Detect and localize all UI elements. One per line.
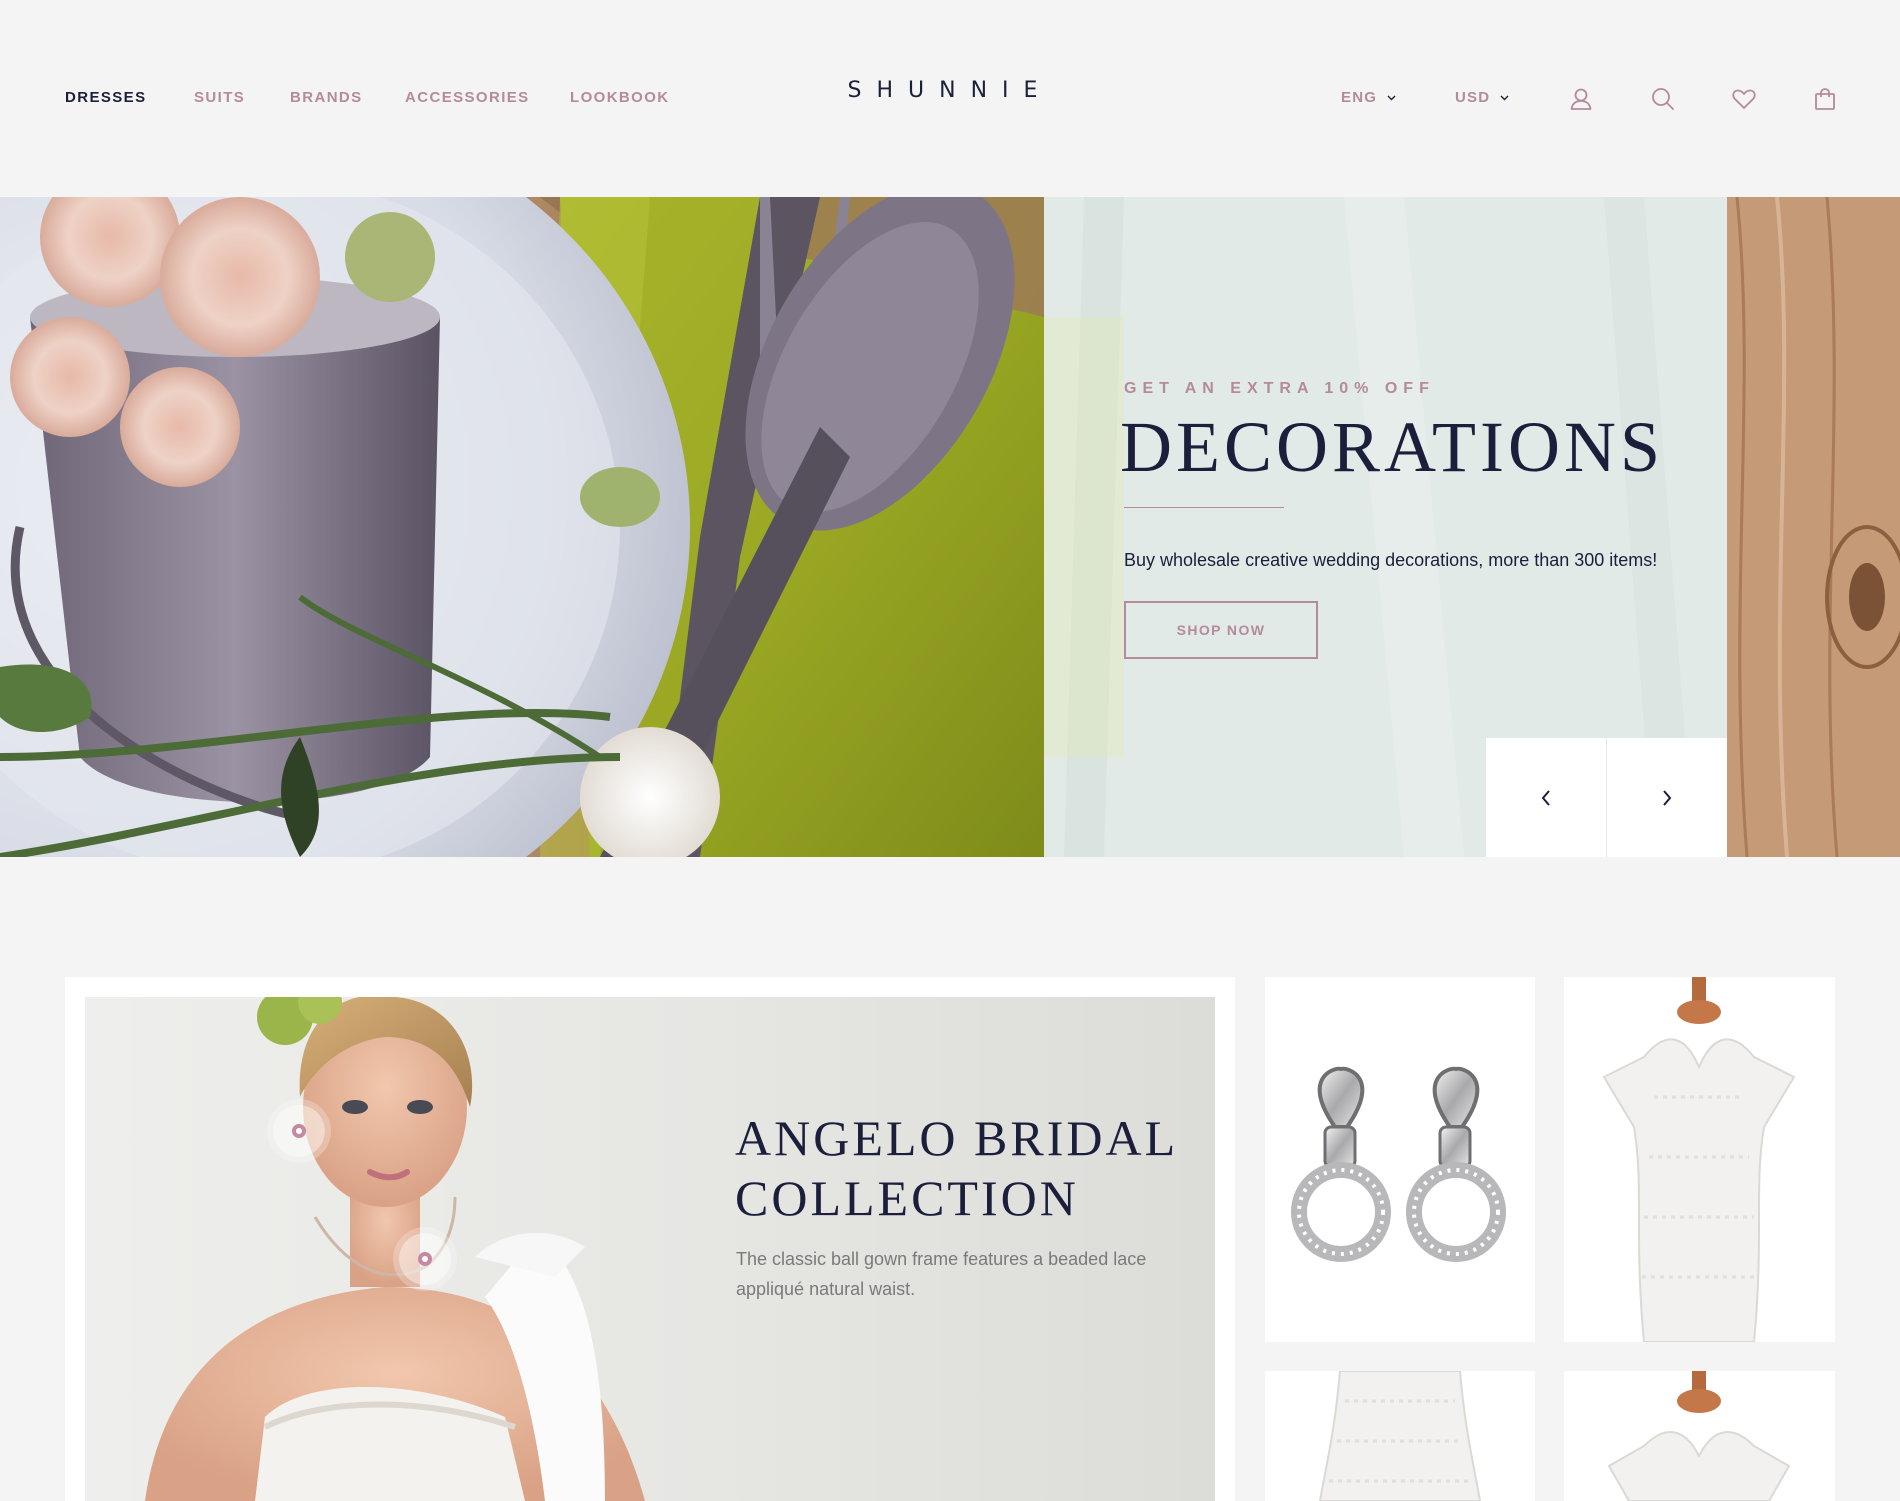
earrings-image: [1291, 1066, 1506, 1262]
site-logo[interactable]: SHUNNIE: [820, 78, 1080, 103]
bodice-dress-image: [1607, 1371, 1791, 1501]
collection-title: ANGELO BRIDAL COLLECTION: [735, 1108, 1195, 1228]
collection-title-line2: COLLECTION: [735, 1170, 1079, 1226]
nav-item-accessories[interactable]: ACCESSORIES: [405, 89, 530, 106]
currency-value: USD: [1455, 89, 1491, 106]
nav-item-suits[interactable]: SUITS: [194, 89, 245, 106]
slider-prev-button[interactable]: [1486, 738, 1606, 857]
heart-icon[interactable]: [1731, 86, 1757, 112]
account-icon[interactable]: [1568, 86, 1594, 112]
language-value: ENG: [1341, 89, 1378, 106]
lace-skirt-image: [1318, 1371, 1482, 1501]
hero-wood-background: [1727, 197, 1900, 857]
product-card-earrings[interactable]: [1265, 977, 1535, 1342]
hero-divider: [1124, 507, 1284, 508]
lace-dress-image: [1602, 977, 1796, 1342]
collection-description: The classic ball gown frame features a b…: [736, 1249, 1147, 1299]
bag-icon[interactable]: [1812, 86, 1838, 112]
nav-item-brands[interactable]: BRANDS: [290, 89, 363, 106]
slider-next-button[interactable]: [1607, 738, 1727, 857]
hotspot-dot: [418, 1252, 432, 1266]
language-select[interactable]: ENG: [1341, 89, 1396, 106]
hero-table-setting-image: [0, 197, 1044, 857]
product-card-lace-skirt[interactable]: [1265, 1371, 1535, 1501]
hero-title: DECORATIONS: [1120, 407, 1665, 487]
collection-banner[interactable]: [65, 977, 1235, 1501]
chevron-down-icon: [1500, 95, 1509, 100]
currency-select[interactable]: USD: [1455, 89, 1509, 106]
collection-title-line1: ANGELO BRIDAL: [735, 1110, 1179, 1166]
chevron-down-icon: [1387, 95, 1396, 100]
hero-eyebrow-text: GET AN EXTRA 10% OFF: [1124, 380, 1435, 397]
nav-item-lookbook[interactable]: LOOKBOOK: [570, 89, 670, 106]
hotspot-dot: [292, 1124, 306, 1138]
search-icon[interactable]: [1650, 86, 1676, 112]
nav-item-dresses[interactable]: DRESSES: [65, 89, 147, 106]
product-card-lace-dress[interactable]: [1564, 977, 1835, 1342]
chevron-right-icon: [1663, 789, 1672, 806]
hero-description: Buy wholesale creative wedding decoratio…: [1124, 550, 1658, 570]
product-card-bodice-dress[interactable]: [1564, 1371, 1835, 1501]
necklace-hotspot[interactable]: [399, 1233, 451, 1285]
shop-now-button[interactable]: SHOP NOW: [1124, 601, 1318, 659]
chevron-left-icon: [1541, 789, 1550, 806]
earring-hotspot[interactable]: [273, 1105, 325, 1157]
